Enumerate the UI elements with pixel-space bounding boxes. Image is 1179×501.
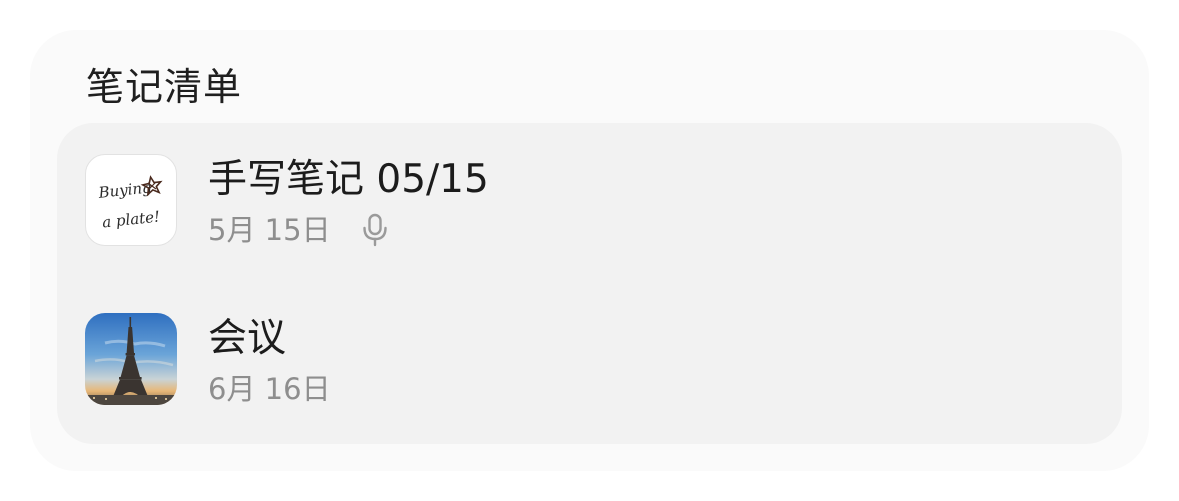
note-item-handwritten[interactable]: Buying a plate! 手写笔记 05/15 5月 15日 [85, 154, 1095, 248]
widget-title: 笔记清单 [86, 65, 243, 109]
note-thumbnail-photo [85, 313, 177, 405]
note-meta: 6月 16日 [208, 371, 331, 407]
note-date: 5月 15日 [208, 213, 331, 247]
notes-list: Buying a plate! 手写笔记 05/15 5月 15日 会议 6月 … [57, 123, 1122, 444]
notes-list-widget: 笔记清单 Buying a plate! 手写笔记 05/15 5月 15日 会… [30, 30, 1149, 471]
note-title: 手写笔记 05/15 [208, 157, 489, 202]
note-meta: 5月 15日 [208, 212, 389, 248]
eiffel-tower-photo [85, 313, 177, 405]
microphone-icon [361, 213, 389, 247]
note-title: 会议 [208, 316, 287, 361]
handwriting-thumbnail-image: Buying a plate! [97, 175, 163, 231]
thumbnail-handwriting-line-2: a plate! [101, 207, 161, 231]
note-date: 6月 16日 [208, 372, 331, 406]
note-thumbnail-handwriting: Buying a plate! [85, 154, 177, 246]
note-item-meeting[interactable]: 会议 6月 16日 [85, 313, 1095, 407]
thumbnail-handwriting-line-1: Buying [97, 178, 153, 202]
